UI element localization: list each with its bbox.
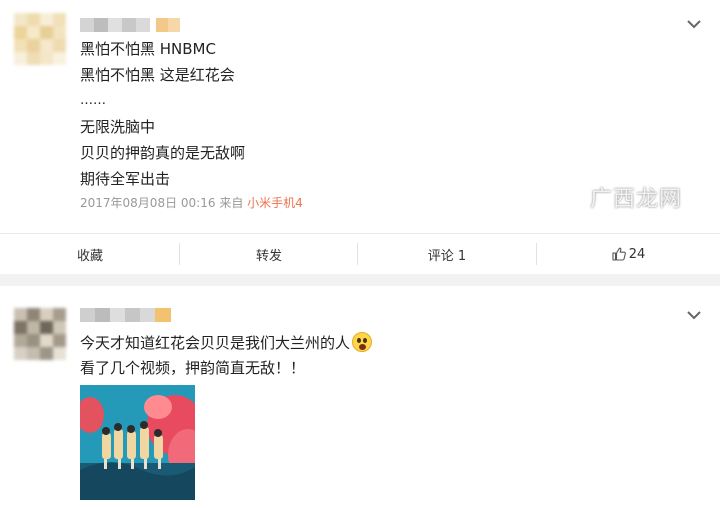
- post-text-line: 贝贝的押韵真的是无敌啊: [80, 144, 246, 162]
- site-watermark: 广西龙网: [590, 181, 682, 213]
- post-meta: 2017年08月08日 00:16 来自 小米手机4: [80, 195, 303, 211]
- post-text-line: 黑怕不怕黑 这是红花会: [80, 66, 235, 84]
- post-source-link[interactable]: 小米手机4: [247, 196, 303, 210]
- favorite-button[interactable]: 收藏: [0, 234, 180, 274]
- post-text-line: 今天才知道红花会贝贝是我们大兰州的人: [80, 332, 373, 353]
- post-text-line: 今天才知道红花会贝贝是我们大兰州的人: [80, 334, 351, 352]
- post-text-line: 无限洗脑中: [80, 118, 156, 136]
- favorite-label: 收藏: [76, 248, 103, 264]
- post-text-line: 黑怕不怕黑 HNBMC: [80, 40, 216, 58]
- thumbs-up-icon: [612, 247, 626, 261]
- post-text-line: 看了几个视频，押韵简直无敌！！: [80, 359, 306, 377]
- post-card: 今天才知道红花会贝贝是我们大兰州的人 看了几个视频，押韵简直无敌！！: [0, 286, 720, 508]
- fearful-face-emoji: [352, 332, 373, 352]
- comment-label: 评论 1: [427, 248, 467, 264]
- username-blurred[interactable]: [80, 18, 180, 32]
- repost-button[interactable]: 转发: [180, 234, 358, 274]
- avatar[interactable]: [14, 13, 66, 65]
- watermark-text: 广西龙网: [590, 187, 683, 212]
- avatar[interactable]: [14, 308, 66, 360]
- post-from-label: 来自: [219, 196, 244, 210]
- username-blurred[interactable]: [80, 308, 171, 322]
- photo-illustration: [80, 385, 195, 500]
- post-text-line: ……: [80, 93, 106, 108]
- comment-button[interactable]: 评论 1: [358, 234, 536, 274]
- post-text-line: 期待全军出击: [80, 170, 171, 188]
- like-button[interactable]: 24: [537, 234, 720, 274]
- chevron-down-icon[interactable]: [685, 309, 703, 321]
- chevron-down-icon[interactable]: [685, 18, 703, 30]
- post-card: 黑怕不怕黑 HNBMC 黑怕不怕黑 这是红花会 …… 无限洗脑中 贝贝的押韵真的…: [0, 0, 720, 274]
- post-timestamp: 2017年08月08日 00:16: [80, 196, 216, 210]
- post-photo[interactable]: [80, 385, 195, 500]
- like-count: 24: [628, 246, 646, 262]
- repost-label: 转发: [255, 248, 282, 264]
